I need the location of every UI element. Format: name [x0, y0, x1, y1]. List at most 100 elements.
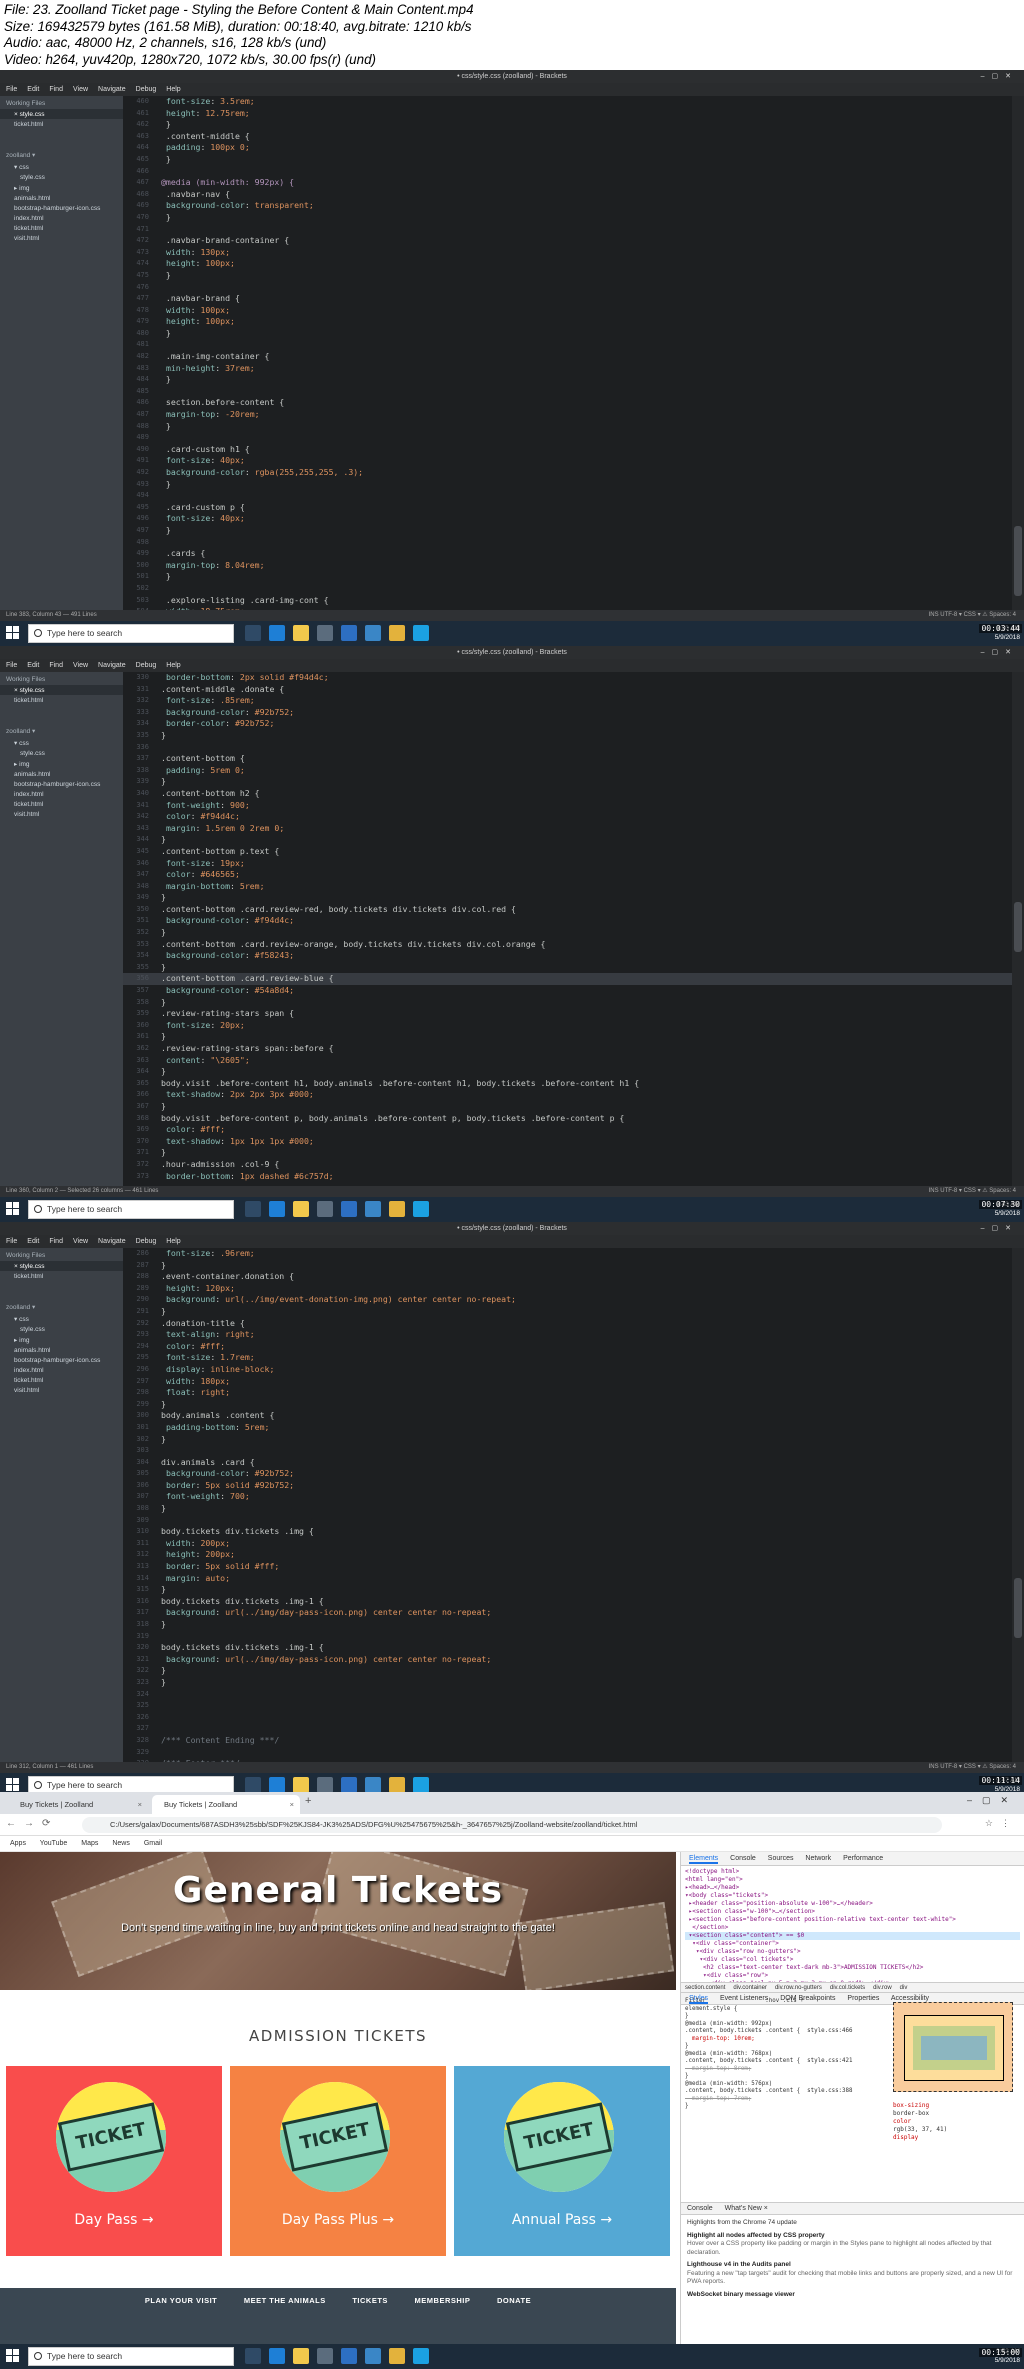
code-line[interactable]: 306 border: 5px solid #92b752;: [123, 1480, 1024, 1492]
code-line[interactable]: 492 background-color: rgba(255,255,255, …: [123, 467, 1024, 479]
code-line[interactable]: 299}: [123, 1399, 1024, 1411]
dom-node[interactable]: <!doctype html>: [685, 1868, 1020, 1876]
windows-start-icon[interactable]: [6, 626, 20, 640]
code-line[interactable]: 292 .donation-title {: [123, 1318, 1024, 1330]
code-line[interactable]: 339}: [123, 776, 1024, 788]
code-line[interactable]: 372 .hour-admission .col-9 {: [123, 1159, 1024, 1171]
code-line[interactable]: 502: [123, 583, 1024, 595]
dom-node[interactable]: ▸<header class="position-absolute w-100"…: [685, 1900, 1020, 1908]
bookmark-item[interactable]: YouTube: [40, 1840, 68, 1847]
crumb-item[interactable]: div.col.tickets: [830, 1985, 865, 1991]
code-line[interactable]: 471: [123, 224, 1024, 236]
project-tree-item[interactable]: visit.html: [0, 809, 123, 819]
editor-scrollbar[interactable]: [1012, 1248, 1024, 1762]
code-line[interactable]: 479 height: 100px;: [123, 316, 1024, 328]
code-line[interactable]: 315}: [123, 1584, 1024, 1596]
windows-start-icon[interactable]: [6, 1778, 20, 1792]
working-file-item[interactable]: × style.css: [0, 685, 123, 695]
code-line[interactable]: 359 .review-rating-stars span {: [123, 1008, 1024, 1020]
menu-item[interactable]: Navigate: [98, 662, 126, 669]
code-line[interactable]: 467 @media (min-width: 992px) {: [123, 177, 1024, 189]
browser-tab[interactable]: Buy Tickets | Zoolland ×: [8, 1795, 148, 1814]
ticket-card[interactable]: TICKET Annual Pass →: [454, 2066, 670, 2256]
project-tree-item[interactable]: ticket.html: [0, 223, 123, 233]
style-rule-line[interactable]: Filter :hov .cls +: [685, 1998, 877, 2006]
ticket-card-label[interactable]: Day Pass →: [6, 2212, 222, 2228]
task-view-icon[interactable]: [245, 625, 261, 641]
code-line[interactable]: 338 padding: 5rem 0;: [123, 765, 1024, 777]
status-right[interactable]: INS UTF-8 ▾ CSS ▾ ⚠ Spaces: 4: [929, 610, 1016, 621]
brackets-icon[interactable]: [413, 1777, 429, 1793]
project-tree-item[interactable]: style.css: [0, 1324, 123, 1334]
code-line[interactable]: 327: [123, 1723, 1024, 1735]
working-file-item[interactable]: ticket.html: [0, 1271, 123, 1281]
code-line[interactable]: 325: [123, 1700, 1024, 1712]
code-line[interactable]: 499 .cards {: [123, 548, 1024, 560]
menu-item[interactable]: Help: [166, 86, 180, 93]
edge-icon[interactable]: [269, 2348, 285, 2364]
dom-node[interactable]: ▸<head>…</head>: [685, 1884, 1020, 1892]
style-rule-line[interactable]: @media (min-width: 992px): [685, 2021, 877, 2029]
code-line[interactable]: 293 text-align: right;: [123, 1329, 1024, 1341]
code-line[interactable]: 314 margin: auto;: [123, 1573, 1024, 1585]
code-line[interactable]: 348 margin-bottom: 5rem;: [123, 881, 1024, 893]
task-view-icon[interactable]: [245, 1201, 261, 1217]
code-line[interactable]: 331 .content-middle .donate {: [123, 684, 1024, 696]
project-tree-item[interactable]: animals.html: [0, 1345, 123, 1355]
footer-link[interactable]: MEMBERSHIP: [415, 2296, 471, 2305]
window-controls[interactable]: –▢✕: [981, 70, 1018, 83]
style-rule-line[interactable]: margin-top: 8rem;: [685, 2066, 877, 2074]
code-line[interactable]: 470 }: [123, 212, 1024, 224]
code-line[interactable]: 286 font-size: .96rem;: [123, 1248, 1024, 1260]
code-line[interactable]: 304 div.animals .card {: [123, 1457, 1024, 1469]
folder-icon[interactable]: [293, 1201, 309, 1217]
code-line[interactable]: 483 min-height: 37rem;: [123, 363, 1024, 375]
code-line[interactable]: 313 border: 5px solid #fff;: [123, 1561, 1024, 1573]
folder-icon[interactable]: [293, 625, 309, 641]
footer-link[interactable]: TICKETS: [352, 2296, 388, 2305]
code-line[interactable]: 311 width: 200px;: [123, 1538, 1024, 1550]
edge-icon[interactable]: [269, 625, 285, 641]
brackets-icon[interactable]: [413, 2348, 429, 2364]
code-line[interactable]: 503 .explore-listing .card-img-cont {: [123, 595, 1024, 607]
code-line[interactable]: 491 font-size: 40px;: [123, 455, 1024, 467]
code-line[interactable]: 358}: [123, 997, 1024, 1009]
project-tree-item[interactable]: style.css: [0, 748, 123, 758]
project-tree-item[interactable]: ▸ img: [0, 1334, 123, 1345]
code-line[interactable]: 351 background-color: #f94d4c;: [123, 915, 1024, 927]
crumb-item[interactable]: section.content: [685, 1985, 725, 1991]
store-icon[interactable]: [317, 1201, 333, 1217]
code-line[interactable]: 487 margin-top: -20rem;: [123, 409, 1024, 421]
store-icon[interactable]: [317, 1777, 333, 1793]
scrollbar-thumb[interactable]: [1014, 1578, 1022, 1638]
code-line[interactable]: 481: [123, 339, 1024, 351]
code-line[interactable]: 460 font-size: 3.5rem;: [123, 96, 1024, 108]
code-line[interactable]: 305 background-color: #92b752;: [123, 1468, 1024, 1480]
editor-scrollbar[interactable]: [1012, 672, 1024, 1186]
menu-item[interactable]: Debug: [136, 1238, 157, 1245]
crumb-item[interactable]: div.row: [873, 1985, 892, 1991]
code-line[interactable]: 300 body.animals .content {: [123, 1410, 1024, 1422]
menu-item[interactable]: Navigate: [98, 1238, 126, 1245]
code-line[interactable]: 307 font-weight: 700;: [123, 1491, 1024, 1503]
project-tree-item[interactable]: ticket.html: [0, 799, 123, 809]
code-line[interactable]: 486 section.before-content {: [123, 397, 1024, 409]
code-line[interactable]: 498: [123, 537, 1024, 549]
code-line[interactable]: 330 border-bottom: 2px solid #f94d4c;: [123, 672, 1024, 684]
code-line[interactable]: 495 .card-custom p {: [123, 502, 1024, 514]
code-line[interactable]: 352}: [123, 927, 1024, 939]
code-line[interactable]: 320 body.tickets div.tickets .img-1 {: [123, 1642, 1024, 1654]
dom-node[interactable]: <h2 class="text-center text-dark mb-3">A…: [685, 1964, 1020, 1972]
code-line[interactable]: 355}: [123, 962, 1024, 974]
store-icon[interactable]: [317, 625, 333, 641]
menu-item[interactable]: View: [73, 662, 88, 669]
code-line[interactable]: 296 display: inline-block;: [123, 1364, 1024, 1376]
code-line[interactable]: 323}: [123, 1677, 1024, 1689]
drawer-tab[interactable]: Console: [687, 2205, 713, 2212]
code-line[interactable]: 349}: [123, 892, 1024, 904]
code-line[interactable]: 319: [123, 1631, 1024, 1643]
code-line[interactable]: 465 }: [123, 154, 1024, 166]
photos-icon[interactable]: [365, 1777, 381, 1793]
project-tree-item[interactable]: index.html: [0, 789, 123, 799]
code-line[interactable]: 356 .content-bottom .card.review-blue {: [123, 973, 1024, 986]
